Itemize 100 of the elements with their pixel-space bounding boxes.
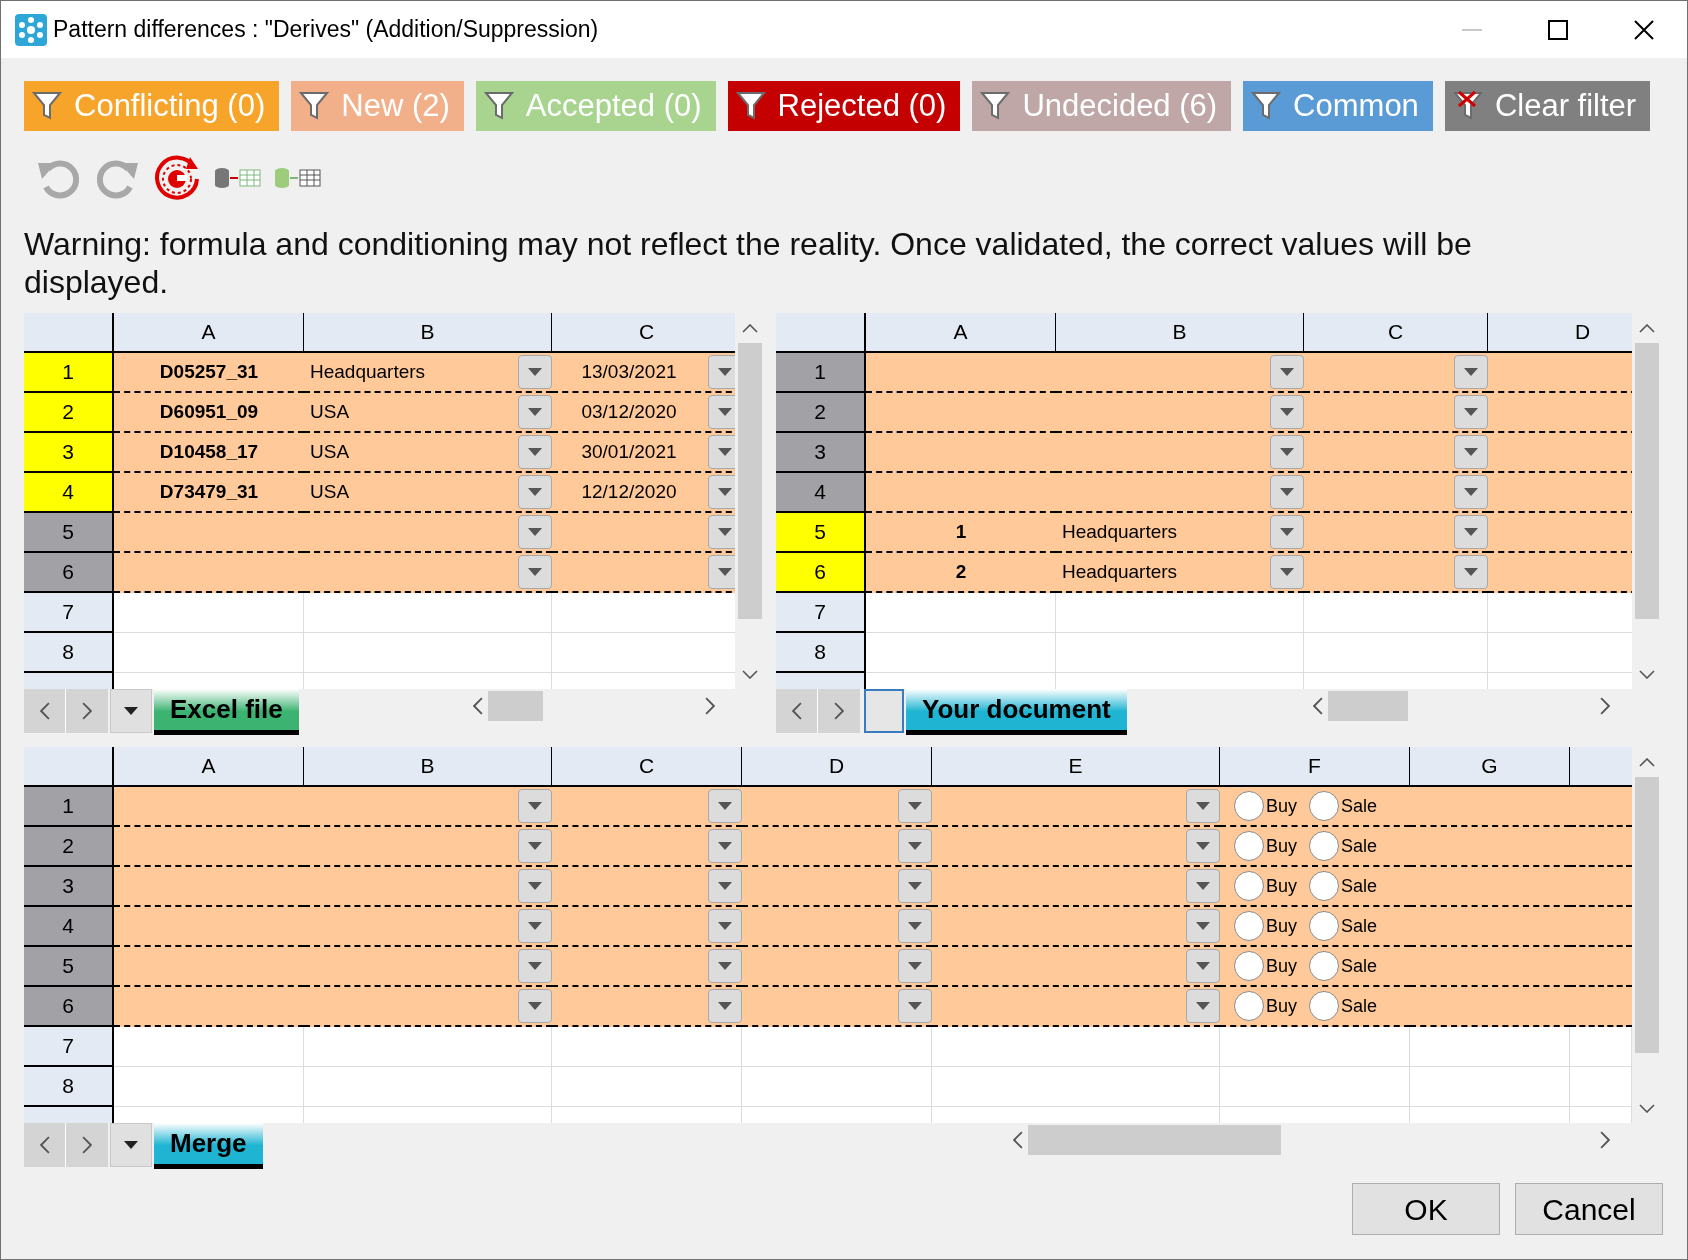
dropdown-button[interactable]: [1454, 475, 1488, 509]
row-header[interactable]: 5: [776, 513, 866, 553]
row-header[interactable]: 3: [24, 867, 114, 907]
dropdown-button[interactable]: [1270, 395, 1304, 429]
dropdown-button[interactable]: [708, 475, 735, 509]
dialog-button[interactable]: Cancel: [1515, 1183, 1663, 1235]
column-header[interactable]: F: [1220, 747, 1410, 787]
dropdown-button[interactable]: [1454, 395, 1488, 429]
column-header[interactable]: C: [552, 747, 742, 787]
column-header[interactable]: E: [932, 747, 1220, 787]
dropdown-button[interactable]: [1186, 949, 1220, 983]
dropdown-button[interactable]: [898, 829, 932, 863]
column-header[interactable]: A: [866, 313, 1056, 353]
dropdown-button[interactable]: [708, 435, 735, 469]
dropdown-button[interactable]: [1270, 555, 1304, 589]
row-header[interactable]: 8: [776, 633, 866, 673]
row-header[interactable]: 7: [776, 593, 866, 633]
dropdown-button[interactable]: [708, 949, 742, 983]
radio-button[interactable]: [1309, 871, 1340, 901]
radio-option[interactable]: Buy: [1234, 911, 1298, 941]
dropdown-button[interactable]: [1454, 515, 1488, 549]
sheet-tab[interactable]: Your document: [906, 689, 1127, 735]
dropdown-button[interactable]: [708, 555, 735, 589]
row-header[interactable]: 6: [24, 987, 114, 1027]
sheet-tab[interactable]: Merge: [154, 1123, 263, 1169]
row-header[interactable]: 1: [776, 353, 866, 393]
dropdown-button[interactable]: [708, 355, 735, 389]
column-header[interactable]: A: [114, 313, 304, 353]
dropdown-button[interactable]: [1454, 555, 1488, 589]
sheet-list-button[interactable]: [110, 1123, 152, 1167]
radio-option[interactable]: Sale: [1309, 951, 1378, 981]
row-header[interactable]: 1: [24, 787, 114, 827]
dropdown-button[interactable]: [518, 555, 552, 589]
row-header[interactable]: 2: [24, 827, 114, 867]
radio-button[interactable]: [1309, 991, 1340, 1021]
column-header[interactable]: D: [1488, 313, 1632, 353]
row-header[interactable]: 1: [24, 353, 114, 393]
row-header[interactable]: 3: [776, 433, 866, 473]
clear-filter-button[interactable]: Clear filter: [1444, 81, 1651, 131]
row-header[interactable]: 4: [776, 473, 866, 513]
column-header[interactable]: B: [304, 747, 552, 787]
radio-option[interactable]: Buy: [1234, 791, 1298, 821]
dropdown-button[interactable]: [518, 789, 552, 823]
dropdown-button[interactable]: [1454, 435, 1488, 469]
sheet-tab[interactable]: Excel file: [154, 689, 299, 735]
dropdown-button[interactable]: [1454, 355, 1488, 389]
dropdown-button[interactable]: [518, 949, 552, 983]
dropdown-button[interactable]: [898, 789, 932, 823]
radio-option[interactable]: Sale: [1309, 831, 1378, 861]
dropdown-button[interactable]: [1186, 869, 1220, 903]
radio-button[interactable]: [1309, 791, 1340, 821]
dropdown-button[interactable]: [708, 829, 742, 863]
scrollbar-thumb[interactable]: [1635, 777, 1659, 1053]
dropdown-button[interactable]: [1270, 435, 1304, 469]
scrollbar-thumb[interactable]: [738, 343, 762, 619]
radio-button[interactable]: [1234, 791, 1264, 821]
dropdown-button[interactable]: [518, 435, 552, 469]
row-header[interactable]: 6: [24, 553, 114, 593]
column-header[interactable]: [1570, 747, 1632, 787]
radio-option[interactable]: Sale: [1309, 871, 1378, 901]
column-header[interactable]: D: [742, 747, 932, 787]
dropdown-button[interactable]: [708, 395, 735, 429]
radio-option[interactable]: Buy: [1234, 951, 1298, 981]
radio-option[interactable]: Sale: [1309, 991, 1378, 1021]
row-header[interactable]: 5: [24, 947, 114, 987]
dropdown-button[interactable]: [518, 989, 552, 1023]
radio-option[interactable]: Buy: [1234, 991, 1298, 1021]
radio-option[interactable]: Sale: [1309, 791, 1378, 821]
dropdown-button[interactable]: [708, 989, 742, 1023]
dropdown-button[interactable]: [518, 909, 552, 943]
row-header[interactable]: 5: [24, 513, 114, 553]
radio-option[interactable]: Buy: [1234, 871, 1298, 901]
column-header[interactable]: C: [552, 313, 735, 353]
dropdown-button[interactable]: [518, 355, 552, 389]
dropdown-button[interactable]: [518, 829, 552, 863]
radio-button[interactable]: [1234, 831, 1264, 861]
radio-option[interactable]: Buy: [1234, 831, 1298, 861]
dropdown-button[interactable]: [708, 515, 735, 549]
sheet-list-button[interactable]: [110, 689, 152, 733]
column-header[interactable]: A: [114, 747, 304, 787]
dropdown-button[interactable]: [518, 869, 552, 903]
scrollbar-thumb[interactable]: [1028, 1125, 1281, 1155]
database-to-table-icon[interactable]: [274, 166, 322, 190]
previous-sheet-button[interactable]: [24, 689, 66, 733]
dropdown-button[interactable]: [708, 909, 742, 943]
radio-button[interactable]: [1234, 991, 1264, 1021]
radio-button[interactable]: [1309, 951, 1340, 981]
dropdown-button[interactable]: [1270, 355, 1304, 389]
filter-button[interactable]: Rejected (0): [727, 81, 961, 131]
dialog-button[interactable]: OK: [1352, 1183, 1500, 1235]
row-header[interactable]: 2: [24, 393, 114, 433]
radio-button[interactable]: [1234, 911, 1264, 941]
dropdown-button[interactable]: [1270, 515, 1304, 549]
dropdown-button[interactable]: [1186, 989, 1220, 1023]
dropdown-button[interactable]: [898, 989, 932, 1023]
dropdown-button[interactable]: [708, 869, 742, 903]
dropdown-button[interactable]: [898, 909, 932, 943]
dropdown-button[interactable]: [1186, 909, 1220, 943]
dropdown-button[interactable]: [898, 949, 932, 983]
dropdown-button[interactable]: [1270, 475, 1304, 509]
